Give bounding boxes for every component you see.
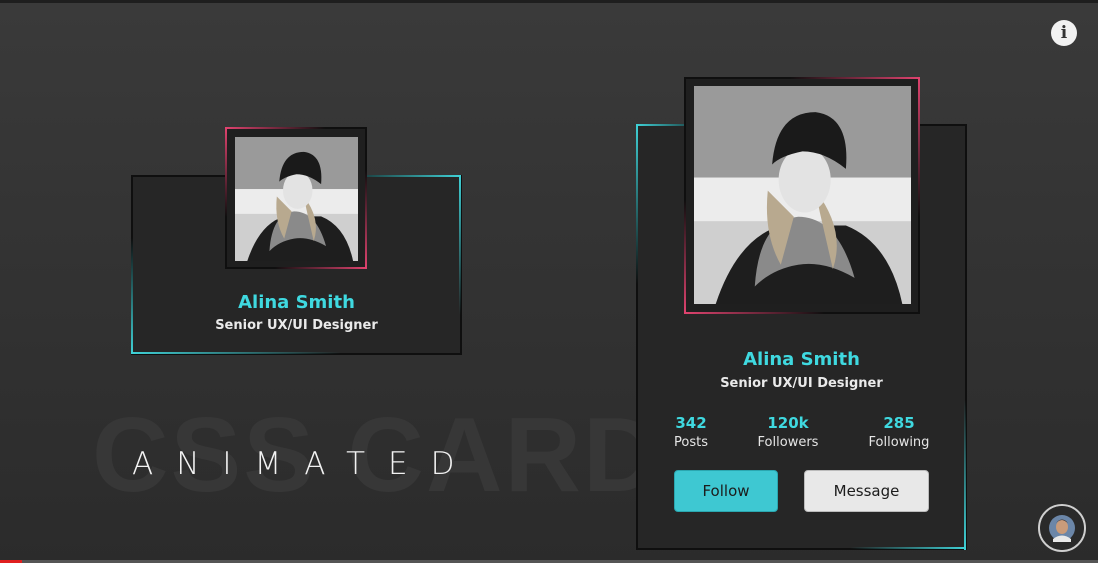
large-card-teal-bottom: [850, 547, 966, 549]
small-card-role: Senior UX/UI Designer: [215, 318, 378, 333]
small-photo-pink-left: [225, 127, 227, 217]
info-icon[interactable]: i: [1051, 20, 1077, 46]
large-profile-photo: [694, 86, 911, 304]
large-photo-pink-top: [790, 77, 920, 79]
small-photo-pink-bottom: [275, 267, 367, 269]
stat-followers-label: Followers: [757, 435, 819, 450]
stat-posts-value: 342: [675, 414, 707, 432]
channel-avatar[interactable]: [1038, 504, 1086, 552]
stat-followers-value: 120k: [767, 414, 809, 432]
small-card-teal-bottom: [131, 352, 341, 354]
small-photo-pink-top: [225, 127, 325, 129]
stat-following-label: Following: [868, 435, 930, 450]
stat-following-value: 285: [883, 414, 915, 432]
message-button[interactable]: Message: [804, 470, 929, 512]
small-card-name: Alina Smith: [238, 292, 355, 313]
stat-posts-label: Posts: [674, 435, 708, 450]
stat-posts: 342 Posts: [646, 414, 736, 450]
large-card-teal-right: [964, 400, 966, 550]
large-photo-pink-left: [684, 200, 686, 314]
stat-followers: 120k Followers: [743, 414, 833, 450]
top-border: [0, 0, 1098, 3]
large-card-teal-left: [636, 124, 638, 284]
large-photo-pink-bottom: [684, 312, 824, 314]
large-photo-pink-right: [918, 77, 920, 217]
animated-title: ANIMATED: [132, 446, 478, 482]
large-card-name: Alina Smith: [743, 349, 860, 370]
info-glyph: i: [1060, 23, 1068, 43]
avatar-icon: [1040, 506, 1084, 550]
large-card-teal-top: [636, 124, 684, 126]
large-card-role: Senior UX/UI Designer: [720, 376, 883, 391]
small-profile-photo: [235, 137, 358, 261]
stat-following: 285 Following: [854, 414, 944, 450]
small-photo-pink-right: [365, 170, 367, 269]
follow-button[interactable]: Follow: [674, 470, 778, 512]
